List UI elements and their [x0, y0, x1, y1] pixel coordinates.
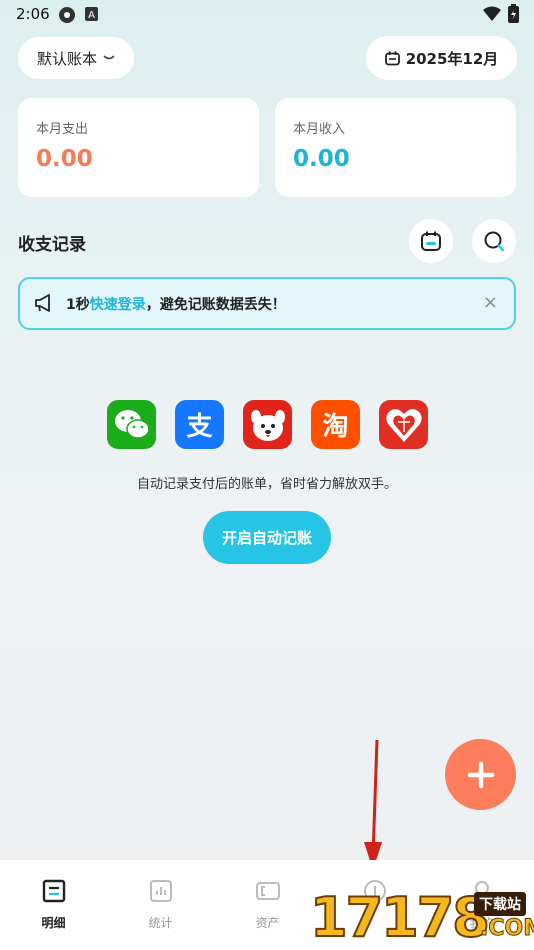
watermark-digits: 17178: [309, 885, 491, 950]
income-card[interactable]: 本月收入 0.00: [275, 98, 516, 197]
wifi-icon: [483, 6, 501, 21]
enable-auto-record-button[interactable]: 开启自动记账: [203, 511, 331, 564]
notice-close-button[interactable]: ×: [483, 292, 498, 313]
account-book-selector[interactable]: 默认账本: [18, 37, 134, 79]
login-notice-banner[interactable]: 1秒快速登录，避免记账数据丢失！ ×: [18, 277, 516, 330]
quick-login-link[interactable]: 快速登录: [90, 297, 146, 313]
chevron-down-icon: [103, 55, 115, 60]
a-notification-icon: A: [85, 7, 98, 21]
app-notification-icon: [59, 7, 75, 23]
auto-record-description: 自动记录支付后的账单，省时省力解放双手。: [136, 477, 397, 492]
search-icon: [484, 231, 505, 252]
income-label: 本月收入: [293, 122, 346, 137]
alipay-glyph: 支: [186, 412, 213, 442]
expense-label: 本月支出: [36, 122, 89, 137]
records-title: 收支记录: [18, 235, 86, 255]
tab-statistics[interactable]: 统计: [107, 860, 214, 950]
tab-details[interactable]: 明细: [0, 860, 107, 950]
wallet-icon: [256, 882, 280, 900]
search-button[interactable]: [472, 219, 516, 263]
chart-icon: [150, 880, 172, 902]
notice-prefix: 1秒: [66, 297, 90, 313]
svg-text:A: A: [88, 10, 95, 21]
plus-icon: [467, 761, 494, 788]
calendar-view-icon: [421, 231, 441, 251]
expense-value: 0.00: [36, 146, 93, 172]
month-label: 2025年12月: [405, 49, 499, 68]
jd-icon: [243, 400, 292, 449]
site-watermark: 17178 下载站 .COM: [309, 885, 534, 950]
alipay-icon: 支: [175, 400, 224, 449]
watermark-domain: .COM: [479, 916, 534, 942]
notice-text: 1秒快速登录，避免记账数据丢失！: [66, 294, 286, 314]
wechat-icon: [107, 400, 156, 449]
status-bar: 2:06 A: [0, 0, 534, 28]
pinduoduo-icon: [379, 400, 428, 449]
notice-suffix: ，避免记账数据丢失！: [145, 297, 286, 313]
tab-assets[interactable]: 资产: [214, 860, 321, 950]
tab-assets-label: 资产: [255, 916, 280, 930]
taobao-glyph: 淘: [322, 412, 349, 442]
income-value: 0.00: [293, 146, 350, 172]
taobao-icon: 淘: [311, 400, 360, 449]
records-calendar-button[interactable]: [409, 219, 453, 263]
month-selector[interactable]: 2025年12月: [366, 36, 517, 80]
tab-details-label: 明细: [41, 916, 66, 930]
battery-icon: [508, 4, 519, 23]
annotation-arrow: [364, 739, 382, 870]
calendar-icon: [384, 51, 400, 65]
expense-card[interactable]: 本月支出 0.00: [18, 98, 259, 197]
account-book-label: 默认账本: [36, 49, 97, 68]
list-icon: [42, 879, 66, 903]
watermark-badge: 下载站: [474, 892, 526, 916]
status-time: 2:06: [16, 5, 50, 23]
tab-statistics-label: 统计: [148, 916, 173, 930]
add-record-button[interactable]: [445, 739, 516, 810]
megaphone-icon: [35, 294, 50, 312]
